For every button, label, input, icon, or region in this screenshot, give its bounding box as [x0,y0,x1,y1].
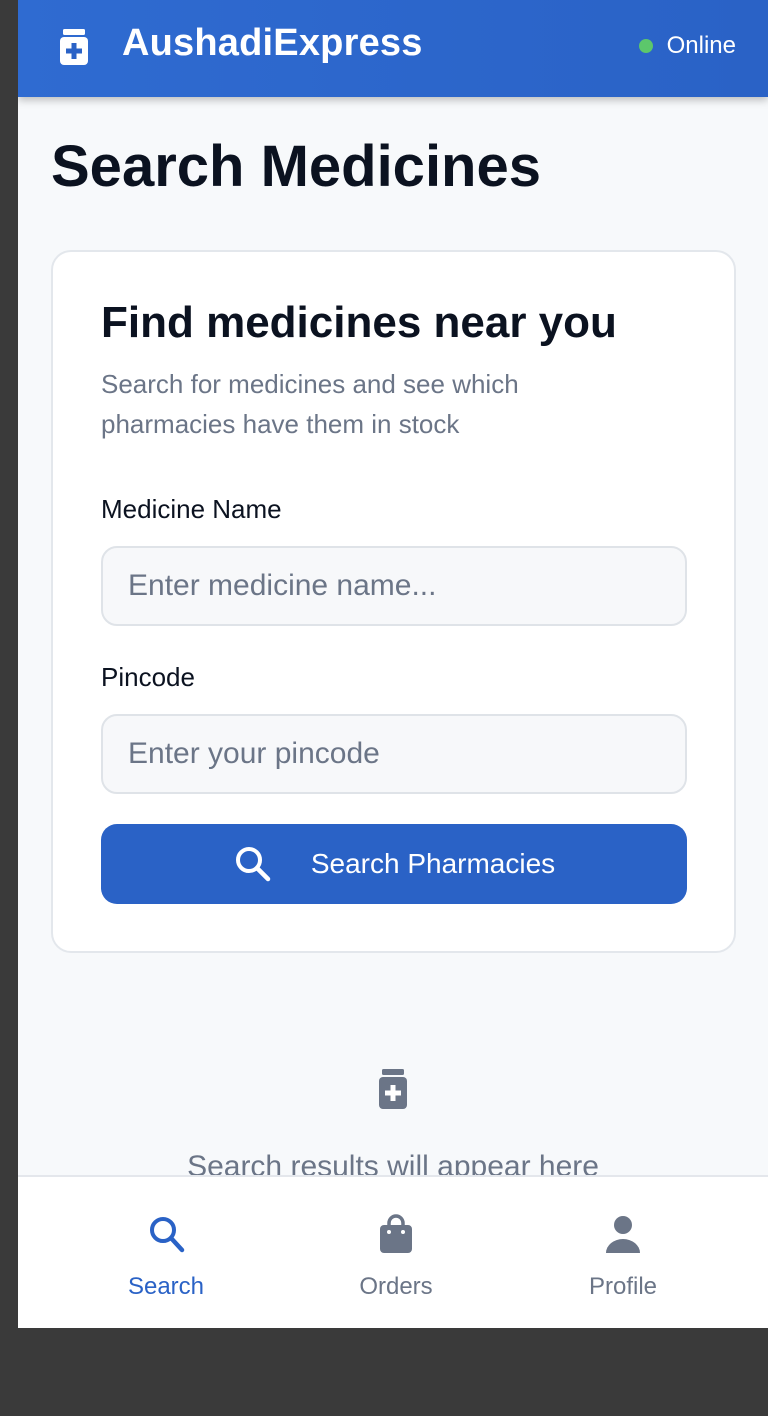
nav-item-search[interactable]: Search [66,1177,266,1328]
bottom-navigation: Search Orders Profile [18,1175,768,1328]
pincode-label: Pincode [101,662,195,692]
search-card: Find medicines near you Search for medic… [51,250,736,953]
app-title: AushadiExpress [122,22,423,64]
left-frame-strip [0,0,18,1416]
connection-status: Online [638,32,736,60]
nav-label-search: Search [127,1273,205,1300]
page-title: Search Medicines [51,134,541,199]
medicine-name-input[interactable] [101,546,687,626]
nav-item-orders[interactable]: Orders [296,1177,496,1328]
card-subtitle: Search for medicines and see which pharm… [101,369,519,439]
pincode-input[interactable] [101,714,687,794]
medicine-bottle-plus-icon [60,29,88,65]
nav-label-profile: Profile [588,1273,658,1300]
medicine-bottle-plus-icon [379,1069,407,1109]
search-icon [235,847,271,882]
medicine-name-label: Medicine Name [101,494,282,524]
app-viewport: AushadiExpress Online Search Medicines F… [18,0,768,1328]
search-button-label: Search Pharmacies [310,848,556,879]
nav-label-orders: Orders [359,1273,433,1300]
shopping-bag-icon [380,1214,412,1253]
card-title: Find medicines near you [101,298,617,347]
nav-item-profile[interactable]: Profile [523,1177,723,1328]
user-icon [606,1216,640,1253]
status-label: Online [666,32,736,59]
search-pharmacies-button[interactable]: Search Pharmacies [101,824,687,904]
app-header: AushadiExpress Online [18,0,768,97]
search-icon [150,1217,185,1253]
status-dot-icon [638,39,653,53]
